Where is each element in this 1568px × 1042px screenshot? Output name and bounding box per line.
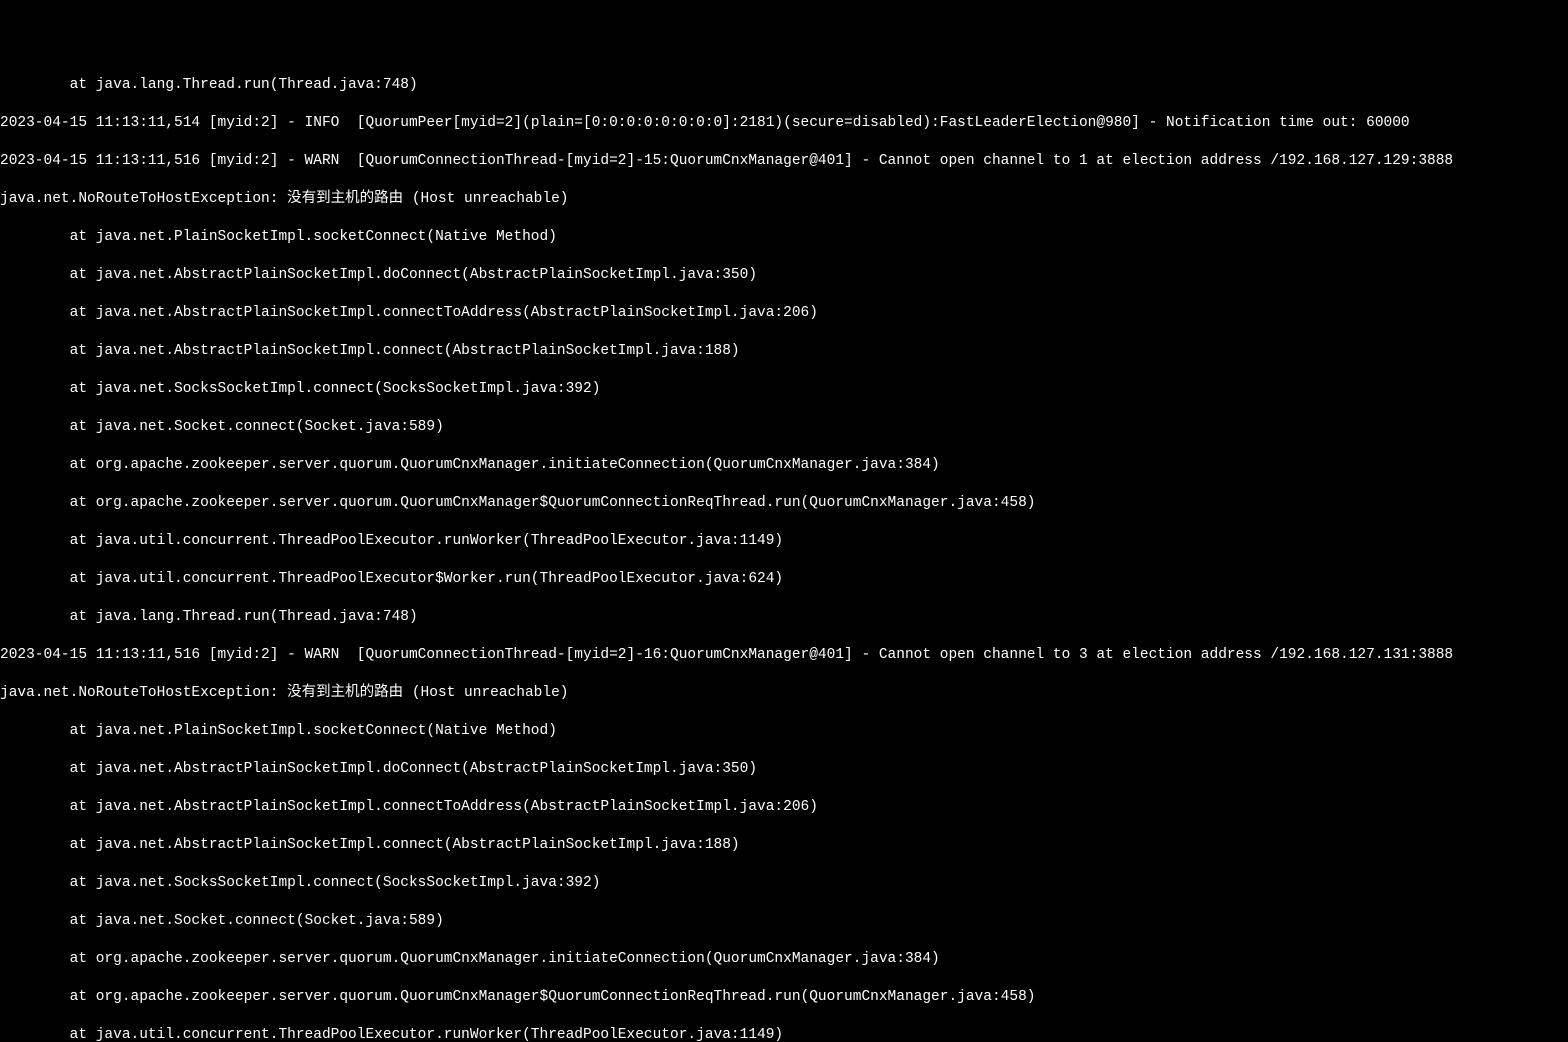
log-line: at java.util.concurrent.ThreadPoolExecut… bbox=[0, 532, 1568, 551]
log-line: at java.net.AbstractPlainSocketImpl.conn… bbox=[0, 836, 1568, 855]
log-line: at java.util.concurrent.ThreadPoolExecut… bbox=[0, 1026, 1568, 1042]
log-line: at org.apache.zookeeper.server.quorum.Qu… bbox=[0, 950, 1568, 969]
log-line: at java.net.Socket.connect(Socket.java:5… bbox=[0, 912, 1568, 931]
log-line: at java.net.AbstractPlainSocketImpl.doCo… bbox=[0, 266, 1568, 285]
log-line: at java.net.AbstractPlainSocketImpl.conn… bbox=[0, 798, 1568, 817]
log-line: at java.net.AbstractPlainSocketImpl.conn… bbox=[0, 304, 1568, 323]
log-line: at org.apache.zookeeper.server.quorum.Qu… bbox=[0, 456, 1568, 475]
log-line: at java.lang.Thread.run(Thread.java:748) bbox=[0, 608, 1568, 627]
log-line: at java.net.Socket.connect(Socket.java:5… bbox=[0, 418, 1568, 437]
log-line: at java.net.SocksSocketImpl.connect(Sock… bbox=[0, 874, 1568, 893]
log-line: at java.lang.Thread.run(Thread.java:748) bbox=[0, 76, 1568, 95]
log-line: at java.net.PlainSocketImpl.socketConnec… bbox=[0, 722, 1568, 741]
log-line: 2023-04-15 11:13:11,516 [myid:2] - WARN … bbox=[0, 646, 1568, 665]
log-line: at org.apache.zookeeper.server.quorum.Qu… bbox=[0, 988, 1568, 1007]
log-line: at java.net.AbstractPlainSocketImpl.doCo… bbox=[0, 760, 1568, 779]
log-line: 2023-04-15 11:13:11,514 [myid:2] - INFO … bbox=[0, 114, 1568, 133]
log-line: at java.net.SocksSocketImpl.connect(Sock… bbox=[0, 380, 1568, 399]
log-line: at java.net.AbstractPlainSocketImpl.conn… bbox=[0, 342, 1568, 361]
log-line: java.net.NoRouteToHostException: 没有到主机的路… bbox=[0, 684, 1568, 703]
log-line: 2023-04-15 11:13:11,516 [myid:2] - WARN … bbox=[0, 152, 1568, 171]
terminal-log-output: at java.lang.Thread.run(Thread.java:748)… bbox=[0, 57, 1568, 1042]
log-line: at org.apache.zookeeper.server.quorum.Qu… bbox=[0, 494, 1568, 513]
log-line: at java.net.PlainSocketImpl.socketConnec… bbox=[0, 228, 1568, 247]
log-line: java.net.NoRouteToHostException: 没有到主机的路… bbox=[0, 190, 1568, 209]
log-line: at java.util.concurrent.ThreadPoolExecut… bbox=[0, 570, 1568, 589]
